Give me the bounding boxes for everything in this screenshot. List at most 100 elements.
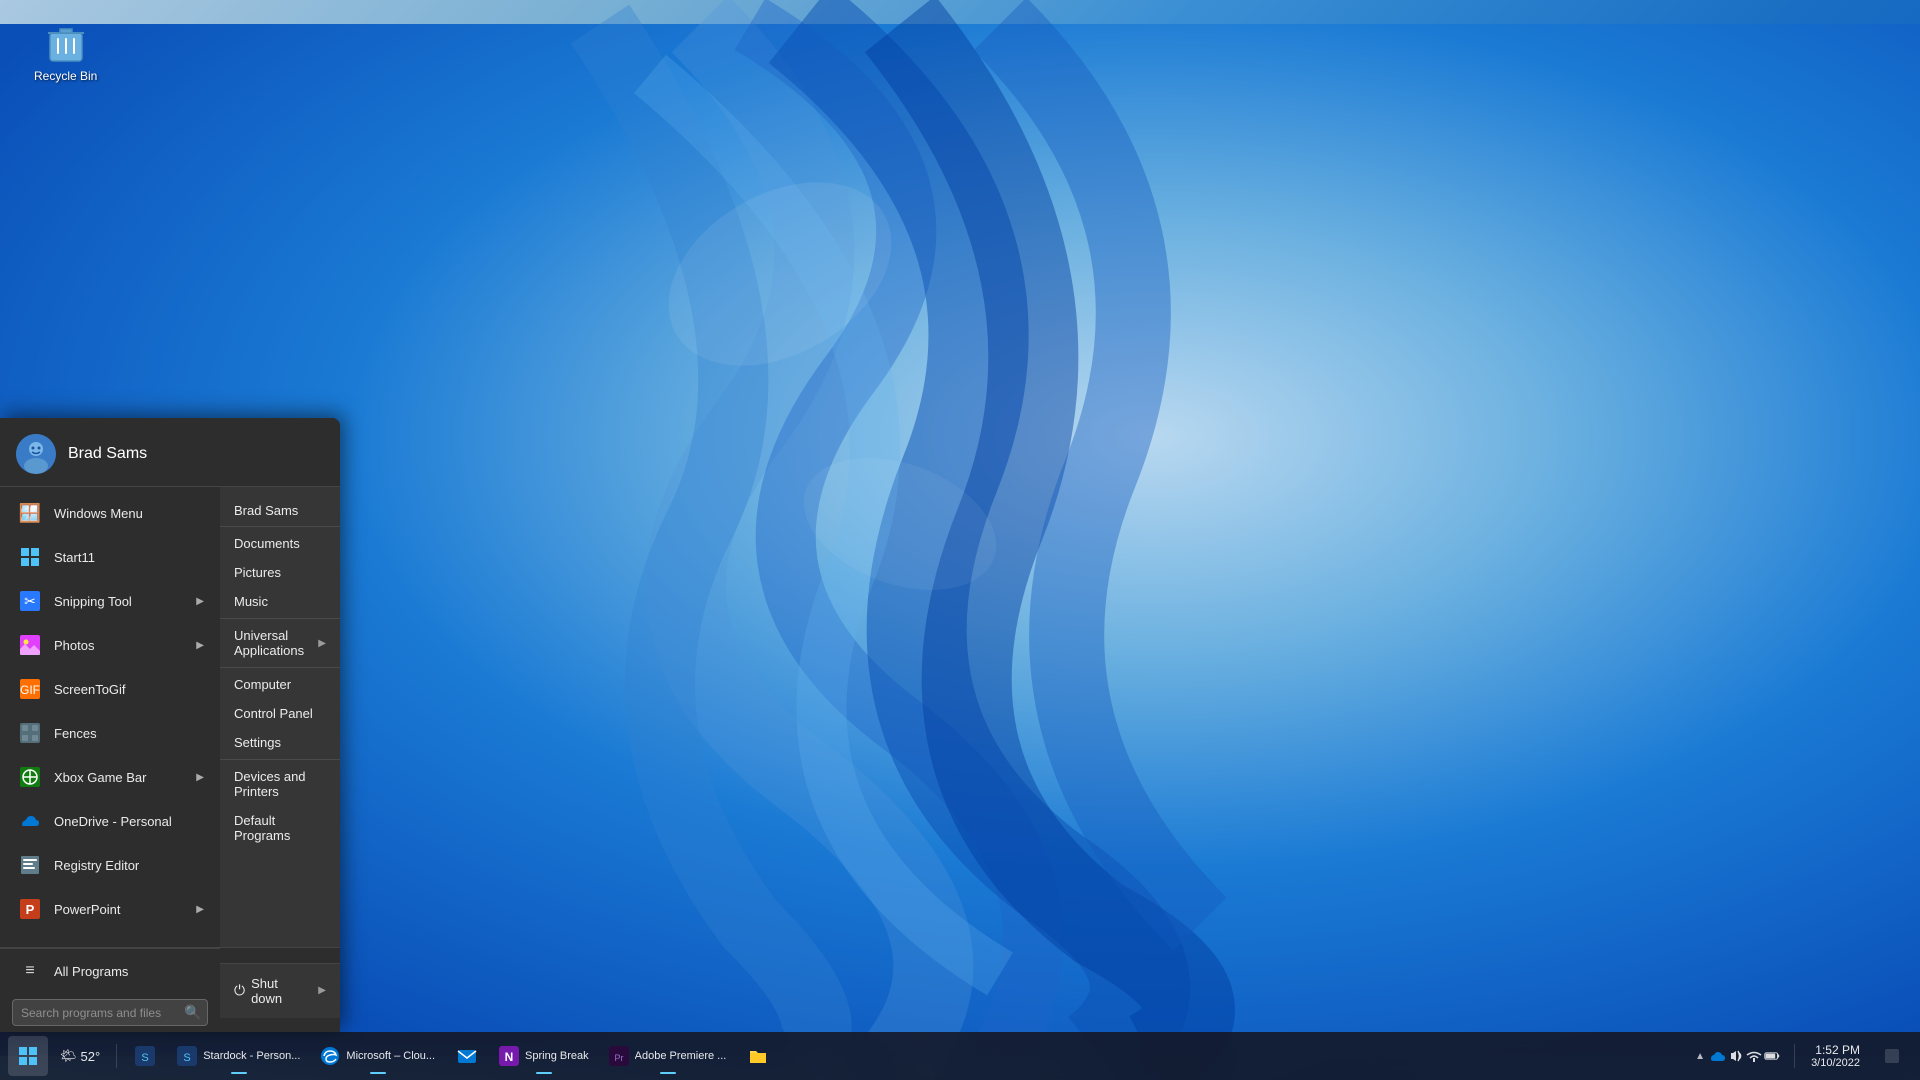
universal-apps-label: Universal Applications <box>234 628 310 658</box>
svg-text:S: S <box>142 1052 149 1064</box>
onenote-app-icon: N <box>499 1046 519 1066</box>
all-programs-label: All Programs <box>54 964 128 979</box>
fences-label: Fences <box>54 726 204 741</box>
menu-item-registry-editor[interactable]: Registry Editor <box>0 843 220 887</box>
pictures-label: Pictures <box>234 565 281 580</box>
menu-item-snipping-tool[interactable]: ✂ Snipping Tool ▶ <box>0 579 220 623</box>
menu-item-onedrive[interactable]: OneDrive - Personal <box>0 799 220 843</box>
powerpoint-label: PowerPoint <box>54 902 186 917</box>
svg-text:GIF: GIF <box>20 683 40 697</box>
divider-3 <box>220 667 340 668</box>
user-avatar <box>16 434 56 474</box>
premiere-app-label: Adobe Premiere ... <box>635 1050 727 1062</box>
shortcut-computer[interactable]: Computer <box>220 670 340 699</box>
recycle-bin[interactable]: Recycle Bin <box>30 15 101 87</box>
taskbar-app-premiere[interactable]: Pr Adobe Premiere ... <box>601 1036 735 1076</box>
weather-icon: 🌤 <box>60 1048 77 1064</box>
start-menu-header: Brad Sams <box>0 418 340 487</box>
snipping-tool-label: Snipping Tool <box>54 594 186 609</box>
search-bar[interactable]: 🔍 <box>12 999 208 1026</box>
xbox-game-bar-label: Xbox Game Bar <box>54 770 186 785</box>
shortcut-universal-apps[interactable]: Universal Applications ▶ <box>220 621 340 665</box>
onenote-app-label: Spring Break <box>525 1050 589 1062</box>
start11-label: Start11 <box>54 550 204 565</box>
windows-menu-label: Windows Menu <box>54 506 204 521</box>
tray-icon-battery[interactable] <box>1764 1048 1780 1064</box>
start-button[interactable] <box>8 1036 48 1076</box>
shortcut-default-programs[interactable]: Default Programs <box>220 806 340 850</box>
default-programs-label: Default Programs <box>234 813 326 843</box>
taskbar-left: 🌤 52° S S Stardock - Person... <box>8 1036 1686 1076</box>
edge-app-icon <box>320 1046 340 1066</box>
taskbar-app-stardock[interactable]: S Stardock - Person... <box>169 1036 308 1076</box>
fences-icon <box>16 719 44 747</box>
photos-arrow: ▶ <box>196 640 204 651</box>
search-input[interactable] <box>21 1006 176 1020</box>
snipping-tool-arrow: ▶ <box>196 596 204 607</box>
all-programs-item[interactable]: ≡ All Programs <box>0 949 220 993</box>
svg-text:N: N <box>505 1050 514 1064</box>
shortcut-pictures[interactable]: Pictures <box>220 558 340 587</box>
start-menu-footer: ≡ All Programs 🔍 ⏻ Shut down ▶ <box>0 947 340 1032</box>
xbox-arrow: ▶ <box>196 772 204 783</box>
menu-item-screentogif[interactable]: GIF ScreenToGif <box>0 667 220 711</box>
svg-text:S: S <box>184 1052 191 1064</box>
right-panel-user-name: Brad Sams <box>220 495 340 524</box>
taskbar-app-onenote[interactable]: N Spring Break <box>491 1036 597 1076</box>
music-label: Music <box>234 594 268 609</box>
devices-printers-label: Devices and Printers <box>234 769 326 799</box>
svg-text:✂: ✂ <box>24 593 36 609</box>
taskbar-divider-2 <box>1794 1044 1795 1068</box>
stardock-app-label: Stardock - Person... <box>203 1050 300 1062</box>
onedrive-label: OneDrive - Personal <box>54 814 204 829</box>
shutdown-item[interactable]: ⏻ Shut down ▶ <box>234 972 326 1010</box>
tray-icon-volume[interactable] <box>1728 1048 1744 1064</box>
shortcut-control-panel[interactable]: Control Panel <box>220 699 340 728</box>
svg-text:Pr: Pr <box>614 1053 623 1063</box>
divider-4 <box>220 759 340 760</box>
shutdown-label: Shut down <box>251 976 308 1006</box>
xbox-game-bar-icon <box>16 763 44 791</box>
start-menu-right-panel: Brad Sams Documents Pictures Music Unive… <box>220 487 340 947</box>
taskbar-divider-1 <box>116 1044 117 1068</box>
taskbar-app-edge[interactable]: Microsoft – Clou... <box>312 1036 443 1076</box>
onedrive-icon <box>16 807 44 835</box>
clock-time: 1:52 PM <box>1815 1043 1860 1057</box>
shortcut-devices-printers[interactable]: Devices and Printers <box>220 762 340 806</box>
menu-item-windows-menu[interactable]: 🪟 Windows Menu <box>0 491 220 535</box>
menu-item-xbox-game-bar[interactable]: Xbox Game Bar ▶ <box>0 755 220 799</box>
notifications-button[interactable] <box>1872 1036 1912 1076</box>
header-user-name: Brad Sams <box>68 445 147 463</box>
svg-text:P: P <box>26 902 35 917</box>
taskbar-item-stardock-icon[interactable]: S <box>125 1036 165 1076</box>
tray-icon-chevron[interactable]: ▲ <box>1692 1048 1708 1064</box>
system-tray: ▲ <box>1686 1048 1786 1064</box>
registry-editor-label: Registry Editor <box>54 858 204 873</box>
shutdown-arrow: ▶ <box>318 985 326 996</box>
premiere-app-icon: Pr <box>609 1046 629 1066</box>
taskbar-item-file-explorer[interactable] <box>738 1036 778 1076</box>
weather-temp: 52° <box>81 1049 101 1064</box>
start-menu-left-panel: 🪟 Windows Menu Start11 <box>0 487 220 947</box>
recycle-bin-icon <box>42 19 90 67</box>
edge-app-label: Microsoft – Clou... <box>346 1050 435 1062</box>
shortcut-documents[interactable]: Documents <box>220 529 340 558</box>
shortcut-music[interactable]: Music <box>220 587 340 616</box>
start11-icon <box>16 543 44 571</box>
clock[interactable]: 1:52 PM 3/10/2022 <box>1803 1043 1868 1069</box>
tray-icon-network[interactable] <box>1746 1048 1762 1064</box>
weather-badge[interactable]: 🌤 52° <box>52 1048 108 1064</box>
divider-2 <box>220 618 340 619</box>
tray-icon-onedrive[interactable] <box>1710 1048 1726 1064</box>
menu-item-photos[interactable]: Photos ▶ <box>0 623 220 667</box>
registry-editor-icon <box>16 851 44 879</box>
menu-item-start11[interactable]: Start11 <box>0 535 220 579</box>
start-menu-body: 🪟 Windows Menu Start11 <box>0 487 340 947</box>
menu-item-fences[interactable]: Fences <box>0 711 220 755</box>
menu-item-powerpoint[interactable]: P PowerPoint ▶ <box>0 887 220 931</box>
start-menu: Brad Sams 🪟 Windows Menu Start11 <box>0 418 340 1032</box>
taskbar-item-mail[interactable] <box>447 1036 487 1076</box>
windows-menu-icon: 🪟 <box>16 499 44 527</box>
shutdown-icon: ⏻ <box>234 982 245 999</box>
shortcut-settings[interactable]: Settings <box>220 728 340 757</box>
